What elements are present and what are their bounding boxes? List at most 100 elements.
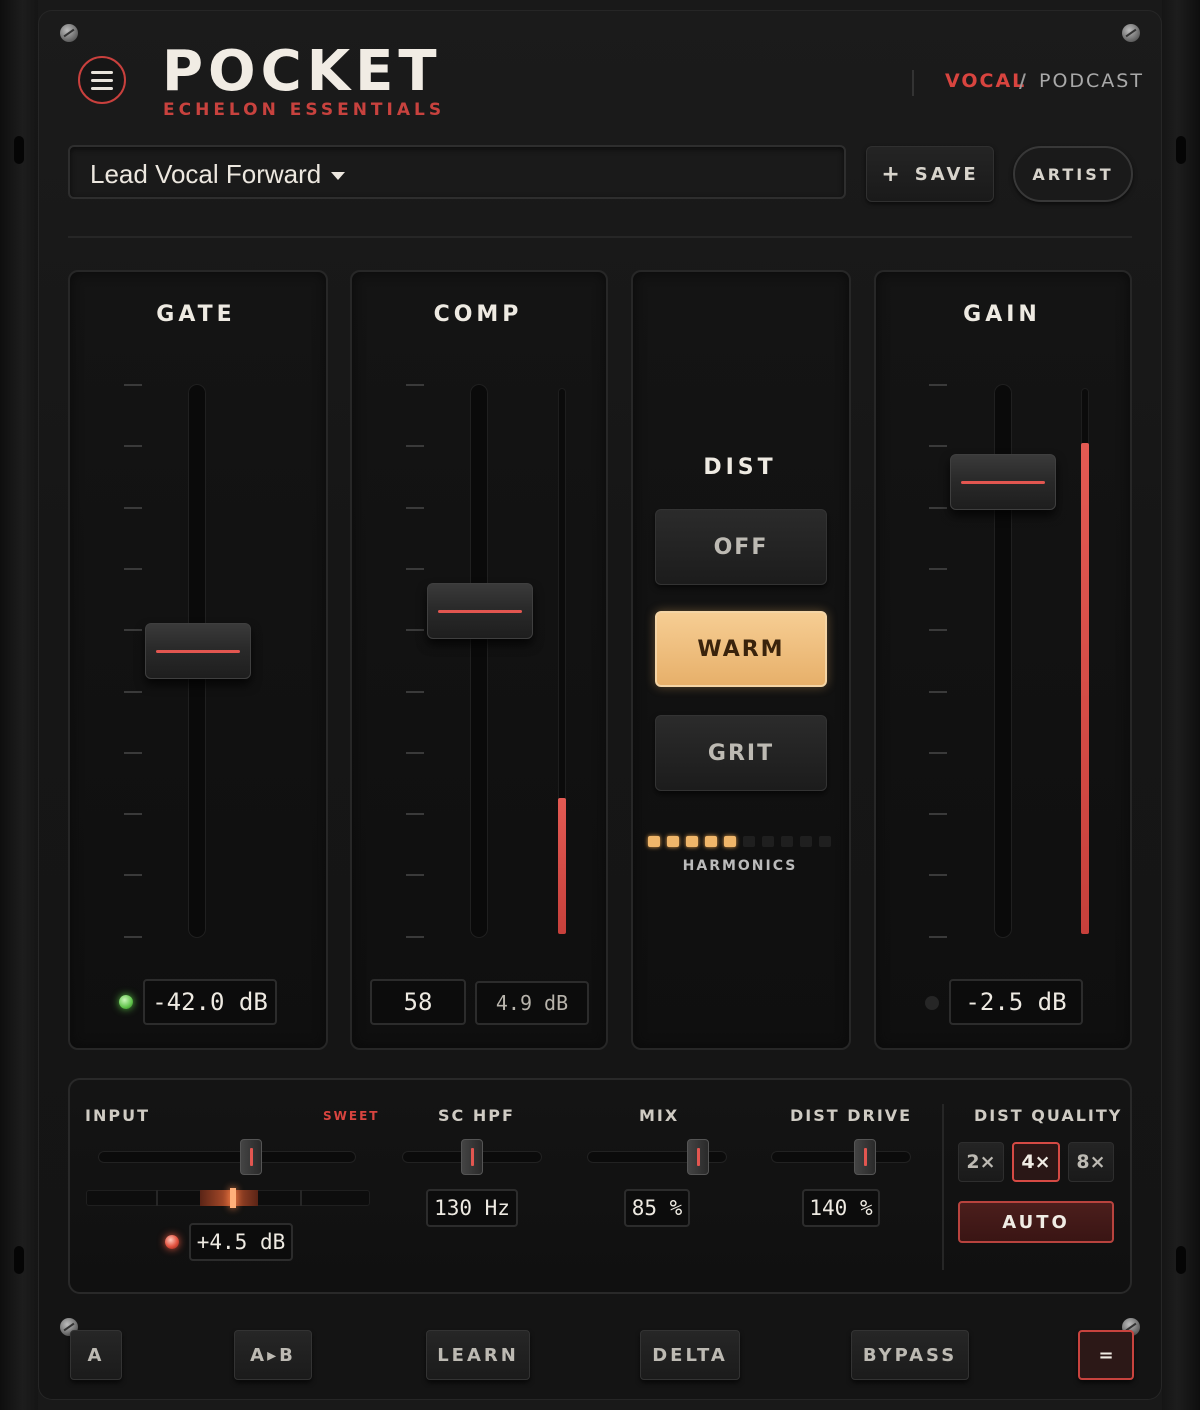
sc-hpf-label: SC HPF	[438, 1106, 515, 1125]
screw-icon	[1122, 24, 1140, 42]
gain-readout[interactable]: -2.5 dB	[949, 979, 1083, 1025]
scale-tick	[124, 384, 142, 386]
dist-title: DIST	[703, 455, 777, 480]
brand-title: POCKET	[162, 39, 442, 104]
comp-readout[interactable]: 58	[370, 979, 466, 1025]
comp-fader-track[interactable]	[470, 384, 488, 938]
sc-hpf-readout[interactable]: 130 Hz	[426, 1189, 518, 1227]
dist-drive-slider-handle[interactable]	[853, 1139, 876, 1175]
sweet-zone	[200, 1190, 258, 1206]
dist-grit-button[interactable]: GRIT	[655, 715, 827, 791]
comp-gr-readout: 4.9 dB	[475, 981, 589, 1025]
delta-button[interactable]: DELTA	[640, 1330, 740, 1380]
gate-title: GATE	[156, 302, 236, 327]
dist-quality-label: DIST QUALITY	[974, 1106, 1123, 1125]
sc-hpf-slider-handle[interactable]	[461, 1139, 483, 1175]
gain-led	[925, 996, 939, 1010]
divider	[912, 70, 914, 96]
input-readout[interactable]: +4.5 dB	[189, 1223, 293, 1261]
mode-podcast[interactable]: PODCAST	[1039, 70, 1144, 92]
input-label: INPUT	[85, 1106, 150, 1125]
divider	[68, 236, 1132, 238]
scale-tick	[929, 567, 947, 570]
divider	[942, 1104, 944, 1270]
save-button[interactable]: + SAVE	[866, 146, 994, 202]
scale-tick	[406, 384, 424, 386]
hamburger-menu-icon[interactable]	[78, 56, 126, 104]
save-label: SAVE	[914, 163, 979, 185]
bypass-button[interactable]: BYPASS	[851, 1330, 969, 1380]
comp-title: COMP	[433, 302, 523, 327]
mode-separator: /	[1019, 70, 1028, 92]
harmonics-led	[667, 836, 679, 847]
scale-tick	[124, 813, 142, 816]
dist-drive-slider-track[interactable]	[771, 1151, 911, 1163]
meter-segment	[300, 1190, 302, 1206]
artist-button[interactable]: ARTIST	[1013, 146, 1133, 202]
dist-drive-label: DIST DRIVE	[790, 1106, 913, 1125]
harmonics-led	[762, 836, 774, 847]
scale-tick	[124, 935, 142, 938]
scale-tick	[929, 506, 947, 509]
harmonics-led	[648, 836, 660, 847]
dist-off-button[interactable]: OFF	[655, 509, 827, 585]
scale-tick	[406, 629, 424, 632]
preset-a-button[interactable]: A	[70, 1330, 122, 1380]
scale-tick	[124, 506, 142, 509]
dist-warm-button[interactable]: WARM	[655, 611, 827, 687]
brand-subtitle: ECHELON ESSENTIALS	[163, 100, 446, 120]
preset-name: Lead Vocal Forward	[90, 159, 346, 190]
harmonics-led	[724, 836, 736, 847]
gate-led	[119, 995, 133, 1009]
scale-tick	[406, 751, 424, 754]
rack-slot	[14, 136, 24, 164]
sweet-marker	[230, 1188, 236, 1208]
harmonics-led	[686, 836, 698, 847]
settings-equals-button[interactable]: =	[1078, 1330, 1134, 1380]
plus-icon: +	[881, 161, 903, 187]
harmonics-led	[800, 836, 812, 847]
scale-tick	[124, 751, 142, 754]
harmonics-led	[819, 836, 831, 847]
gate-fader-handle[interactable]	[145, 623, 251, 680]
gate-readout[interactable]: -42.0 dB	[143, 979, 277, 1025]
input-slider-handle[interactable]	[239, 1139, 262, 1175]
harmonics-label: HARMONICS	[682, 858, 798, 874]
mode-vocal[interactable]: VOCAL	[945, 70, 1026, 92]
mix-slider-handle[interactable]	[687, 1139, 710, 1175]
scale-tick	[124, 690, 142, 693]
scale-tick	[406, 506, 424, 509]
quality-8x-button[interactable]: 8×	[1068, 1142, 1114, 1182]
mix-readout[interactable]: 85 %	[624, 1189, 690, 1227]
quality-4x-button[interactable]: 4×	[1012, 1142, 1060, 1182]
meter-segment	[156, 1190, 158, 1206]
comp-fader-handle[interactable]	[427, 583, 533, 640]
quality-2x-button[interactable]: 2×	[958, 1142, 1004, 1182]
mix-label: MIX	[639, 1106, 680, 1125]
left-rack-ear	[0, 0, 38, 1410]
learn-button[interactable]: LEARN	[426, 1330, 530, 1380]
preset-selector[interactable]: Lead Vocal Forward	[68, 145, 846, 199]
scale-tick	[929, 874, 947, 877]
gain-output-meter-fill	[1081, 442, 1089, 934]
input-led	[165, 1235, 179, 1249]
auto-button[interactable]: AUTO	[958, 1201, 1114, 1243]
gain-fader-handle[interactable]	[950, 453, 1056, 510]
chevron-down-icon	[331, 172, 346, 181]
plugin-window: POCKET ECHELON ESSENTIALS VOCAL / PODCAS…	[0, 0, 1200, 1410]
scale-tick	[124, 629, 142, 632]
screw-icon	[60, 24, 78, 42]
scale-tick	[406, 874, 424, 877]
right-rack-ear	[1162, 0, 1200, 1410]
scale-tick	[929, 935, 947, 938]
scale-tick	[929, 629, 947, 632]
scale-tick	[929, 384, 947, 386]
harmonics-led	[743, 836, 755, 847]
ab-compare-button[interactable]: A▸B	[234, 1330, 312, 1380]
scale-tick	[124, 567, 142, 570]
input-slider-track[interactable]	[98, 1151, 356, 1163]
scale-tick	[406, 690, 424, 693]
bottom-controls-panel	[68, 1078, 1132, 1294]
dist-drive-readout[interactable]: 140 %	[802, 1189, 880, 1227]
scale-tick	[124, 445, 142, 448]
